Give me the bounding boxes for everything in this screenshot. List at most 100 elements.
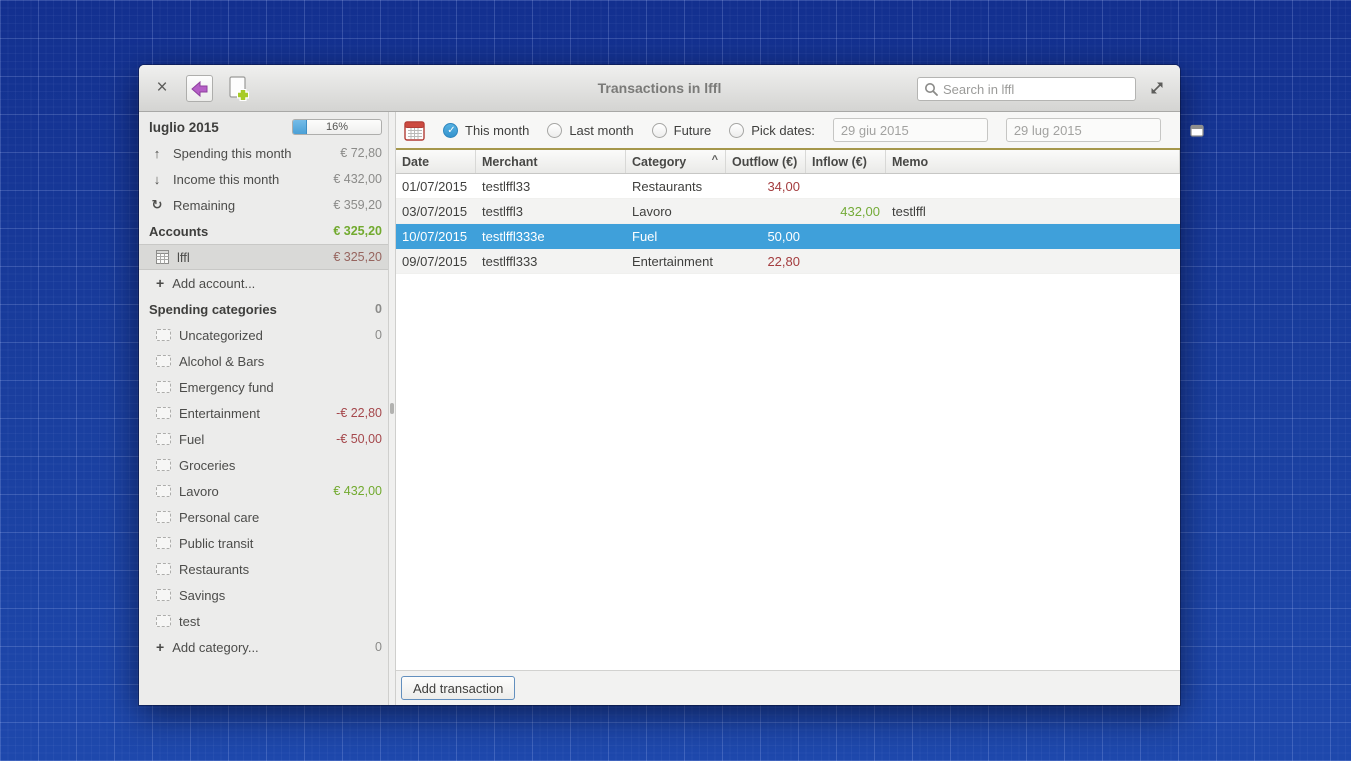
- date-from-input[interactable]: [841, 123, 1017, 138]
- column-header-date[interactable]: Date: [396, 150, 476, 173]
- table-row[interactable]: 03/07/2015 testlffl3 Lavoro 432,00 testl…: [396, 199, 1180, 224]
- table-row-selected[interactable]: 10/07/2015 testlffl333e Fuel 50,00: [396, 224, 1180, 249]
- summary-value: € 359,20: [333, 198, 382, 212]
- cell-category: Lavoro: [626, 204, 726, 219]
- column-header-outflow[interactable]: Outflow (€): [726, 150, 806, 173]
- accounts-total: € 325,20: [333, 224, 382, 238]
- category-value: € 432,00: [333, 484, 382, 498]
- down-arrow-icon: ↓: [149, 172, 165, 187]
- filter-future[interactable]: Future: [652, 123, 712, 138]
- calendar-icon: [404, 120, 425, 141]
- summary-value: € 432,00: [333, 172, 382, 186]
- titlebar[interactable]: × Transactions in lffl: [139, 65, 1180, 112]
- category-label: Lavoro: [179, 484, 325, 499]
- summary-label: Income this month: [173, 172, 325, 187]
- category-icon: [156, 537, 171, 549]
- category-label: Groceries: [179, 458, 374, 473]
- category-label: Emergency fund: [179, 380, 374, 395]
- transactions-panel: ✓ This month Last month Future Pick date…: [396, 112, 1180, 705]
- account-balance: € 325,20: [333, 250, 382, 264]
- cell-outflow: 50,00: [726, 229, 806, 244]
- filter-bar: ✓ This month Last month Future Pick date…: [396, 112, 1180, 150]
- search-box[interactable]: [917, 77, 1136, 101]
- categories-section-header: Spending categories 0: [139, 296, 388, 322]
- category-label: Entertainment: [179, 406, 328, 421]
- category-label: Restaurants: [179, 562, 374, 577]
- filter-pick-dates[interactable]: Pick dates:: [729, 123, 815, 138]
- sidebar-item-category-public-transit[interactable]: Public transit: [139, 530, 388, 556]
- scrollbar-thumb[interactable]: [390, 403, 394, 414]
- column-label: Date: [402, 155, 429, 169]
- check-icon: ✓: [444, 123, 459, 138]
- summary-income: ↓ Income this month € 432,00: [139, 166, 388, 192]
- ledger-icon: [156, 250, 169, 264]
- add-account-label: Add account...: [172, 276, 382, 291]
- add-account-button[interactable]: + Add account...: [139, 270, 388, 296]
- sidebar-item-category-restaurants[interactable]: Restaurants: [139, 556, 388, 582]
- sort-ascending-icon: ^: [712, 154, 718, 166]
- column-header-category[interactable]: Category ^: [626, 150, 726, 173]
- fullscreen-button[interactable]: [1147, 78, 1167, 98]
- cell-date: 01/07/2015: [396, 179, 476, 194]
- sidebar-item-category-alcohol-bars[interactable]: Alcohol & Bars: [139, 348, 388, 374]
- category-icon: [156, 589, 171, 601]
- add-transaction-button[interactable]: Add transaction: [401, 676, 515, 700]
- sidebar-item-category-emergency-fund[interactable]: Emergency fund: [139, 374, 388, 400]
- filter-this-month[interactable]: ✓ This month: [443, 123, 529, 138]
- progress-percent-label: 16%: [293, 120, 381, 134]
- sidebar-item-category-savings[interactable]: Savings: [139, 582, 388, 608]
- radio-icon: [729, 123, 744, 138]
- category-label: Alcohol & Bars: [179, 354, 374, 369]
- category-icon: [156, 563, 171, 575]
- account-name: lffl: [177, 250, 325, 265]
- add-category-button[interactable]: + Add category... 0: [139, 634, 388, 660]
- filter-last-month[interactable]: Last month: [547, 123, 633, 138]
- accounts-header-label: Accounts: [149, 224, 325, 239]
- filter-label: Pick dates:: [751, 123, 815, 138]
- category-icon: [156, 615, 171, 627]
- sidebar-item-account-lffl[interactable]: lffl € 325,20: [139, 244, 388, 270]
- cell-outflow: 22,80: [726, 254, 806, 269]
- category-value: -€ 50,00: [336, 432, 382, 446]
- date-from-field[interactable]: [833, 118, 988, 142]
- categories-header-label: Spending categories: [149, 302, 367, 317]
- cell-merchant: testlffl333e: [476, 229, 626, 244]
- category-icon: [156, 329, 171, 341]
- month-header: luglio 2015 16%: [139, 114, 388, 140]
- radio-icon: [652, 123, 667, 138]
- cell-outflow: 34,00: [726, 179, 806, 194]
- plus-icon: +: [156, 639, 164, 655]
- column-header-memo[interactable]: Memo: [886, 150, 1180, 173]
- category-value: 0: [375, 328, 382, 342]
- category-value: -€ 22,80: [336, 406, 382, 420]
- column-label: Memo: [892, 155, 928, 169]
- sidebar-item-category-fuel[interactable]: Fuel -€ 50,00: [139, 426, 388, 452]
- sidebar-item-category-uncategorized[interactable]: Uncategorized 0: [139, 322, 388, 348]
- summary-value: € 72,80: [340, 146, 382, 160]
- sidebar-item-category-test[interactable]: test: [139, 608, 388, 634]
- app-window: × Transactions in lffl: [139, 65, 1180, 705]
- sidebar-item-category-entertainment[interactable]: Entertainment -€ 22,80: [139, 400, 388, 426]
- add-category-value: 0: [375, 640, 382, 654]
- category-label: Personal care: [179, 510, 374, 525]
- plus-icon: +: [156, 275, 164, 291]
- cell-category: Restaurants: [626, 179, 726, 194]
- table-row[interactable]: 01/07/2015 testlffl33 Restaurants 34,00: [396, 174, 1180, 199]
- sidebar-scrollbar[interactable]: [388, 112, 396, 705]
- sidebar-item-category-personal-care[interactable]: Personal care: [139, 504, 388, 530]
- sidebar-item-category-groceries[interactable]: Groceries: [139, 452, 388, 478]
- search-input[interactable]: [943, 82, 1129, 97]
- date-to-field[interactable]: [1006, 118, 1161, 142]
- up-arrow-icon: ↑: [149, 146, 165, 161]
- date-picker-icon[interactable]: [1190, 124, 1204, 137]
- category-icon: [156, 381, 171, 393]
- column-header-merchant[interactable]: Merchant: [476, 150, 626, 173]
- sidebar-item-category-lavoro[interactable]: Lavoro € 432,00: [139, 478, 388, 504]
- column-header-inflow[interactable]: Inflow (€): [806, 150, 886, 173]
- radio-icon: [547, 123, 562, 138]
- table-row[interactable]: 09/07/2015 testlffl333 Entertainment 22,…: [396, 249, 1180, 274]
- date-to-input[interactable]: [1014, 123, 1190, 138]
- filter-label: This month: [465, 123, 529, 138]
- summary-label: Spending this month: [173, 146, 332, 161]
- cell-inflow: 432,00: [806, 204, 886, 219]
